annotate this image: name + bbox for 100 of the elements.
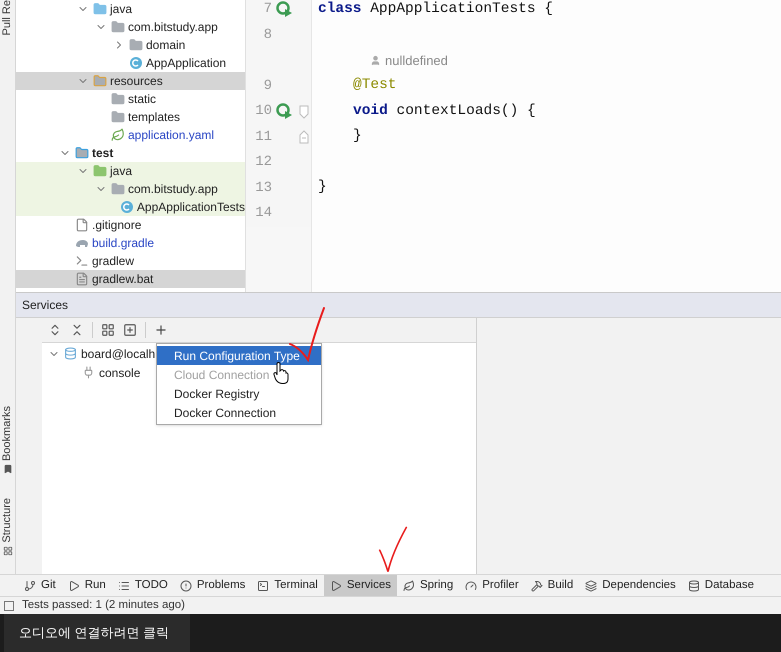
terminal-icon: [257, 580, 270, 592]
line-number: 7: [262, 0, 272, 20]
tree-item[interactable]: .gitignore: [16, 216, 245, 234]
tree-item[interactable]: application.yaml: [16, 126, 245, 144]
add-icon[interactable]: [154, 323, 168, 337]
tree-item-label: AppApplication: [146, 56, 226, 70]
side-tab[interactable]: Bookmarks: [0, 406, 16, 462]
folder-icon: [75, 146, 89, 160]
file-icon: [75, 272, 89, 286]
tool-tab[interactable]: Build: [524, 575, 580, 596]
tree-item-label: build.gradle: [92, 236, 154, 250]
tree-item[interactable]: console: [42, 363, 140, 382]
run-test-icon[interactable]: [276, 0, 294, 19]
person-icon: [370, 55, 381, 66]
status-text: Tests passed: 1 (2 minutes ago): [22, 598, 185, 613]
tree-item-label: java: [110, 2, 132, 16]
tree-item-label: gradlew.bat: [92, 272, 154, 286]
branch-icon: [24, 580, 36, 592]
fold-marker-icon[interactable]: [299, 104, 309, 119]
tool-tab[interactable]: Git: [18, 575, 62, 596]
tree-item[interactable]: java: [16, 0, 245, 18]
grid-icon: [2, 546, 12, 556]
panel-title: Services: [22, 297, 68, 314]
menu-item[interactable]: Run Configuration Type: [157, 346, 321, 365]
tool-tab[interactable]: Spring: [396, 575, 460, 596]
tree-item-label: com.bitstudy.app: [128, 20, 218, 34]
menu-item[interactable]: Docker Connection: [157, 403, 321, 422]
line-number: 14: [254, 204, 272, 224]
group-icon[interactable]: [101, 323, 115, 337]
tree-item-label: templates: [128, 110, 180, 124]
menu-item[interactable]: Docker Registry: [157, 384, 321, 403]
tree-item-label: com.bitstudy.app: [128, 182, 218, 196]
tree-item-label: resources: [110, 74, 163, 88]
tree-item-label: test: [92, 146, 114, 160]
alert-icon: [180, 580, 192, 592]
tree-item[interactable]: gradlew: [16, 252, 245, 270]
bookmark-icon: [2, 464, 12, 474]
tool-tab[interactable]: Services: [324, 575, 397, 596]
class-icon: [120, 200, 134, 214]
folder-icon: [111, 182, 125, 196]
tree-item-label: board@localh: [81, 346, 156, 362]
folder-icon: [111, 92, 125, 106]
tree-item-label: AppApplicationTests: [136, 200, 245, 214]
fold-marker-icon[interactable]: [299, 130, 309, 144]
tool-tab[interactable]: TODO: [112, 575, 174, 596]
tree-item[interactable]: test: [16, 144, 245, 162]
tree-item[interactable]: gradlew.bat: [16, 270, 245, 288]
class-icon: [129, 56, 143, 70]
folder-icon: [129, 38, 143, 52]
tool-tab[interactable]: Problems: [174, 575, 252, 596]
tool-tab[interactable]: Profiler: [459, 575, 525, 596]
tree-item[interactable]: AppApplicationTests: [16, 198, 245, 216]
gauge-icon: [465, 580, 478, 592]
folder-icon: [93, 74, 107, 88]
tooltip-text: 오디오에 연결하려면 클릭: [19, 624, 170, 642]
tree-item-label: gradlew: [92, 254, 134, 268]
tree-item[interactable]: templates: [16, 108, 245, 126]
tree-item[interactable]: com.bitstudy.app: [16, 180, 245, 198]
side-tab[interactable]: Structure: [0, 498, 16, 543]
folder-icon: [93, 2, 107, 16]
database-icon: [64, 347, 77, 360]
tree-item-label: console: [99, 364, 140, 382]
tool-tab[interactable]: Run: [62, 575, 112, 596]
tree-item-label: static: [128, 92, 156, 106]
tool-tab[interactable]: Database: [682, 575, 760, 596]
tree-item[interactable]: build.gradle: [16, 234, 245, 252]
play-icon: [330, 580, 342, 592]
line-number: 13: [254, 178, 272, 198]
tree-item[interactable]: static: [16, 90, 245, 108]
tree-item-label: application.yaml: [128, 128, 214, 142]
folder-icon: [111, 20, 125, 34]
line-number: 9: [262, 76, 272, 96]
tree-item-label: java: [110, 164, 132, 178]
code-line: }: [318, 178, 327, 198]
tool-tab[interactable]: Dependencies: [579, 575, 682, 596]
tree-item[interactable]: java: [16, 162, 245, 180]
tree-item[interactable]: AppApplication: [16, 54, 245, 72]
line-number: 12: [254, 153, 272, 172]
folder-icon: [111, 110, 125, 124]
leaf-icon: [111, 128, 125, 142]
hand-cursor-icon: [273, 362, 289, 384]
run-test-icon[interactable]: [276, 102, 294, 121]
tree-item[interactable]: domain: [16, 36, 245, 54]
line-number: 10: [254, 102, 272, 122]
tree-item[interactable]: board@localh: [42, 344, 156, 363]
terminal-icon: [75, 254, 89, 268]
file-icon: [75, 218, 89, 232]
tree-item[interactable]: com.bitstudy.app: [16, 18, 245, 36]
tool-tab[interactable]: Terminal: [251, 575, 324, 596]
code-line: void contextLoads() {: [353, 102, 536, 121]
check-mark-drawing: [378, 526, 408, 573]
tree-item[interactable]: resources: [16, 72, 245, 90]
code-line: }: [353, 127, 362, 146]
layers-icon: [585, 580, 598, 592]
side-tab[interactable]: Pull Re: [0, 0, 16, 36]
status-checkbox-icon: [4, 600, 14, 610]
run-icon: [68, 580, 80, 592]
tree-item-label: domain: [146, 38, 186, 52]
add-service-icon[interactable]: [123, 323, 137, 337]
line-number: 11: [254, 128, 272, 147]
